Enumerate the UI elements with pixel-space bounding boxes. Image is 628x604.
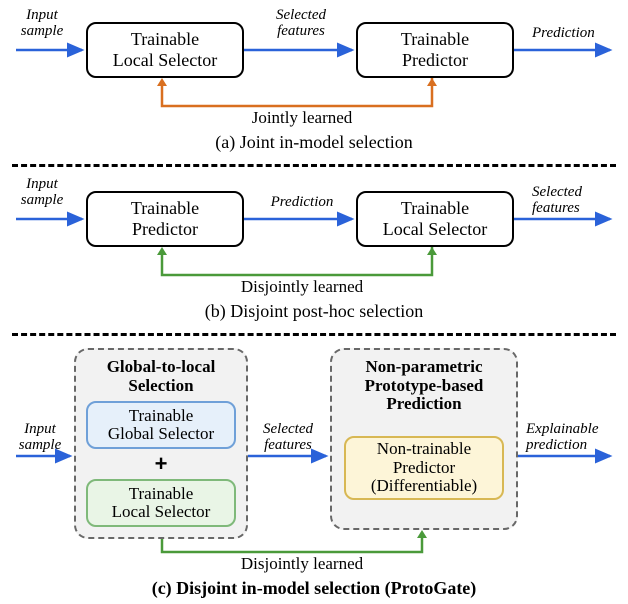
label-input-a: Input sample (12, 8, 72, 40)
box-predictor-b: Trainable Predictor (86, 191, 244, 247)
label-mid-a: Selected features (266, 8, 336, 40)
caption-c: (c) Disjoint in-model selection (ProtoGa… (12, 578, 616, 599)
group-selection: Global-to-local Selection Trainable Glob… (74, 348, 248, 539)
separator-2 (12, 333, 616, 336)
group-prediction-title: Non-parametric Prototype-based Predictio… (342, 358, 506, 414)
box-global-selector: Trainable Global Selector (86, 401, 236, 449)
label-mid-b: Prediction (262, 195, 342, 211)
box-local-selector-a: Trainable Local Selector (86, 22, 244, 78)
caption-a: (a) Joint in-model selection (12, 132, 616, 153)
feedback-b (162, 247, 432, 275)
feedback-label-c: Disjointly learned (212, 554, 392, 574)
label-out-b: Selected features (532, 185, 622, 217)
box-local-selector-c: Trainable Local Selector (86, 479, 236, 527)
separator-1 (12, 164, 616, 167)
label-input-c: Input sample (12, 422, 68, 454)
group-prediction: Non-parametric Prototype-based Predictio… (330, 348, 518, 530)
feedback-label-a: Jointly learned (212, 108, 392, 128)
label-out-a: Prediction (532, 26, 622, 42)
label-mid-c: Selected features (252, 422, 324, 454)
box-local-selector-b: Trainable Local Selector (356, 191, 514, 247)
feedback-label-b: Disjointly learned (212, 277, 392, 297)
feedback-a (162, 78, 432, 106)
label-out-c: Explainable prediction (526, 422, 620, 454)
box-nontrainable-predictor: Non-trainable Predictor (Differentiable) (344, 436, 504, 500)
group-selection-title: Global-to-local Selection (86, 358, 236, 395)
label-input-b: Input sample (12, 177, 72, 209)
box-predictor-a: Trainable Predictor (356, 22, 514, 78)
caption-b: (b) Disjoint post-hoc selection (12, 301, 616, 322)
plus-icon: + (86, 451, 236, 477)
